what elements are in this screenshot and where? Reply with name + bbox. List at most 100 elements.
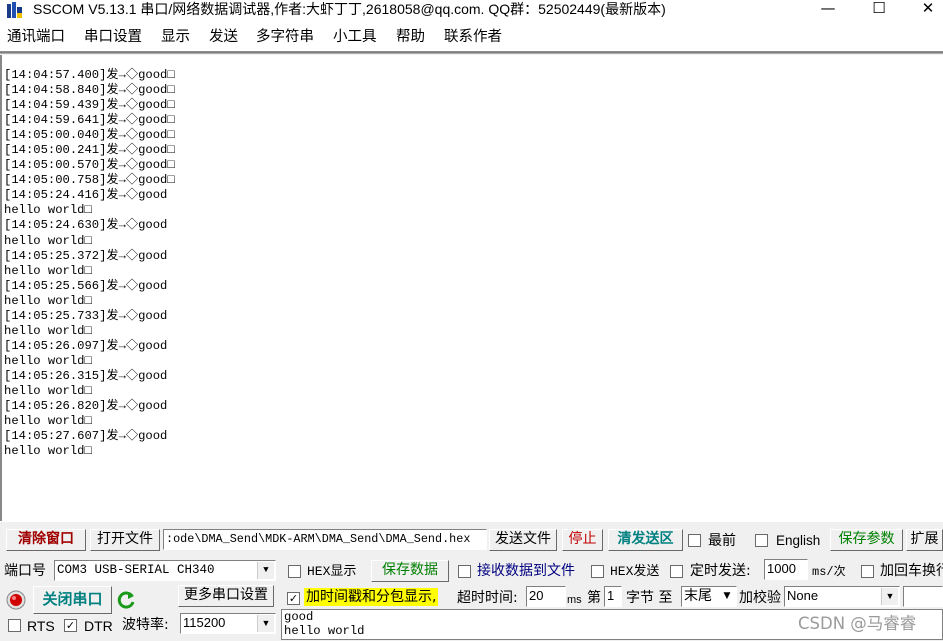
menu-contact-author[interactable]: 联系作者 [444, 28, 502, 46]
receive-text-area[interactable]: [14:04:57.400]发→◇good□ [14:04:58.840]发→◇g… [0, 55, 943, 521]
topmost-label: 最前 [708, 533, 736, 549]
dtr-label: DTR [84, 618, 113, 634]
receive-log-line: [14:05:27.607]发→◇good [4, 429, 168, 444]
port-status-led-icon [6, 590, 26, 610]
close-button[interactable]: ✕ [905, 0, 943, 20]
topmost-checkbox[interactable] [688, 534, 701, 547]
receive-log-line: hello world□ [4, 263, 92, 278]
maximize-button[interactable]: ☐ [856, 0, 902, 20]
receive-log-line: hello world□ [4, 383, 92, 398]
port-select[interactable]: COM3 USB-SERIAL CH340 ▼ [54, 560, 276, 581]
recv-to-file-label[interactable]: 接收数据到文件 [477, 562, 575, 580]
menu-serial-settings[interactable]: 串口设置 [84, 28, 142, 46]
receive-log-line: [14:04:58.840]发→◇good□ [4, 83, 175, 98]
add-crlf-label: 加回车换行 [880, 563, 943, 579]
receive-log-line: [14:05:26.097]发→◇good [4, 338, 168, 353]
timeout-unit: ms [567, 594, 582, 606]
dropdown-arrow-icon[interactable]: ▼ [257, 562, 274, 579]
menu-multi-string[interactable]: 多字符串 [256, 28, 314, 46]
menu-tools[interactable]: 小工具 [333, 28, 377, 46]
expand-button[interactable]: 扩展 [906, 529, 943, 551]
receive-log-line: hello world□ [4, 293, 92, 308]
receive-log-line: [14:04:57.400]发→◇good□ [4, 68, 175, 82]
byte-from-input[interactable]: 1 [604, 586, 622, 607]
close-port-button[interactable]: 关闭串口 [33, 586, 112, 614]
baud-label: 波特率: [122, 617, 169, 633]
file-path-input[interactable]: :ode\DMA_Send\MDK-ARM\DMA_Send\DMA_Send.… [163, 529, 487, 550]
timestamp-label: 加时间戳和分包显示, [304, 588, 439, 606]
clear-send-button[interactable]: 清发送区 [608, 529, 683, 551]
hex-display-checkbox[interactable] [288, 565, 301, 578]
receive-log-line: [14:05:25.566]发→◇good [4, 278, 168, 293]
receive-log-line: hello world□ [4, 414, 92, 429]
receive-log-line: [14:05:00.040]发→◇good□ [4, 128, 175, 143]
checksum-output [903, 586, 943, 607]
watermark: CSDN @马睿睿 [798, 614, 917, 633]
receive-log-line: [14:05:26.315]发→◇good [4, 368, 168, 383]
checksum-value: None [787, 588, 819, 603]
add-crlf-checkbox[interactable] [861, 565, 874, 578]
timeout-label: 超时时间: [457, 590, 518, 606]
english-label: English [776, 533, 821, 548]
receive-log-line: [14:05:24.630]发→◇good [4, 218, 168, 233]
timed-send-label: 定时发送: [690, 563, 751, 579]
window-title: SSCOM V5.13.1 串口/网络数据调试器,作者:大虾丁丁,2618058… [33, 1, 666, 17]
hex-send-label: HEX发送 [610, 564, 660, 579]
receive-log-line: [14:05:00.570]发→◇good□ [4, 158, 175, 173]
dtr-checkbox[interactable]: ✓ [64, 619, 77, 632]
receive-log-line: hello world□ [4, 203, 92, 218]
send-line: hello world [284, 624, 365, 638]
save-data-button[interactable]: 保存数据 [371, 560, 449, 582]
dropdown-arrow-icon[interactable]: ▼ [257, 615, 274, 632]
receive-log-line: [14:05:25.733]发→◇good [4, 308, 168, 323]
timed-send-checkbox[interactable] [670, 565, 683, 578]
rts-label: RTS [27, 618, 55, 634]
menu-bar: 通讯端口 串口设置 显示 发送 多字符串 小工具 帮助 联系作者 [0, 22, 943, 52]
clear-window-button[interactable]: 清除窗口 [6, 529, 86, 551]
interval-unit: ms/次 [812, 565, 846, 579]
receive-log: [14:04:57.400]发→◇good□ [14:04:58.840]发→◇g… [4, 68, 175, 459]
timeout-input[interactable]: 20 [526, 586, 566, 607]
baud-value: 115200 [183, 615, 226, 630]
menu-divider [0, 51, 943, 54]
checksum-label: 加校验 [739, 590, 781, 606]
refresh-icon[interactable] [117, 590, 137, 610]
send-file-button[interactable]: 发送文件 [489, 529, 557, 551]
checksum-select[interactable]: None ▼ [784, 586, 900, 607]
save-params-button[interactable]: 保存参数 [830, 529, 903, 551]
menu-help[interactable]: 帮助 [396, 28, 425, 46]
hex-send-checkbox[interactable] [591, 565, 604, 578]
byte-unit-label: 字节 至 [626, 590, 673, 606]
port-label: 端口号 [4, 563, 46, 579]
menu-display[interactable]: 显示 [161, 28, 190, 46]
send-line: good [284, 610, 314, 624]
receive-log-line: [14:05:00.758]发→◇good□ [4, 173, 175, 188]
menu-send[interactable]: 发送 [209, 28, 238, 46]
menu-comm-port[interactable]: 通讯端口 [7, 28, 65, 46]
minimize-button[interactable]: — [805, 0, 851, 20]
app-icon [7, 2, 22, 18]
receive-log-line: [14:05:26.820]发→◇good [4, 399, 168, 414]
hex-display-label: HEX显示 [307, 564, 357, 579]
receive-log-line: [14:05:24.416]发→◇good [4, 188, 168, 203]
dropdown-arrow-icon[interactable]: ▼ [719, 588, 735, 605]
byte-to-select[interactable]: 末尾 ▼ [681, 586, 737, 607]
more-port-settings-button[interactable]: 更多串口设置 [178, 585, 274, 607]
english-checkbox[interactable] [755, 534, 768, 547]
receive-log-line: hello world□ [4, 323, 92, 338]
baud-select[interactable]: 115200 ▼ [180, 613, 276, 634]
recv-to-file-checkbox[interactable] [458, 565, 471, 578]
stop-button[interactable]: 停止 [562, 529, 603, 551]
rts-checkbox[interactable] [8, 619, 21, 632]
receive-log-line: [14:04:59.439]发→◇good□ [4, 98, 175, 113]
dropdown-arrow-icon[interactable]: ▼ [881, 588, 898, 605]
receive-log-line: hello world□ [4, 444, 92, 459]
title-bar: SSCOM V5.13.1 串口/网络数据调试器,作者:大虾丁丁,2618058… [0, 0, 943, 22]
timestamp-checkbox[interactable]: ✓ [287, 592, 300, 605]
open-file-button[interactable]: 打开文件 [90, 529, 160, 551]
interval-input[interactable]: 1000 [764, 559, 808, 580]
receive-log-line: hello world□ [4, 353, 92, 368]
byte-from-label: 第 [587, 590, 601, 606]
receive-log-line: [14:05:00.241]发→◇good□ [4, 143, 175, 158]
receive-log-line: hello world□ [4, 233, 92, 248]
